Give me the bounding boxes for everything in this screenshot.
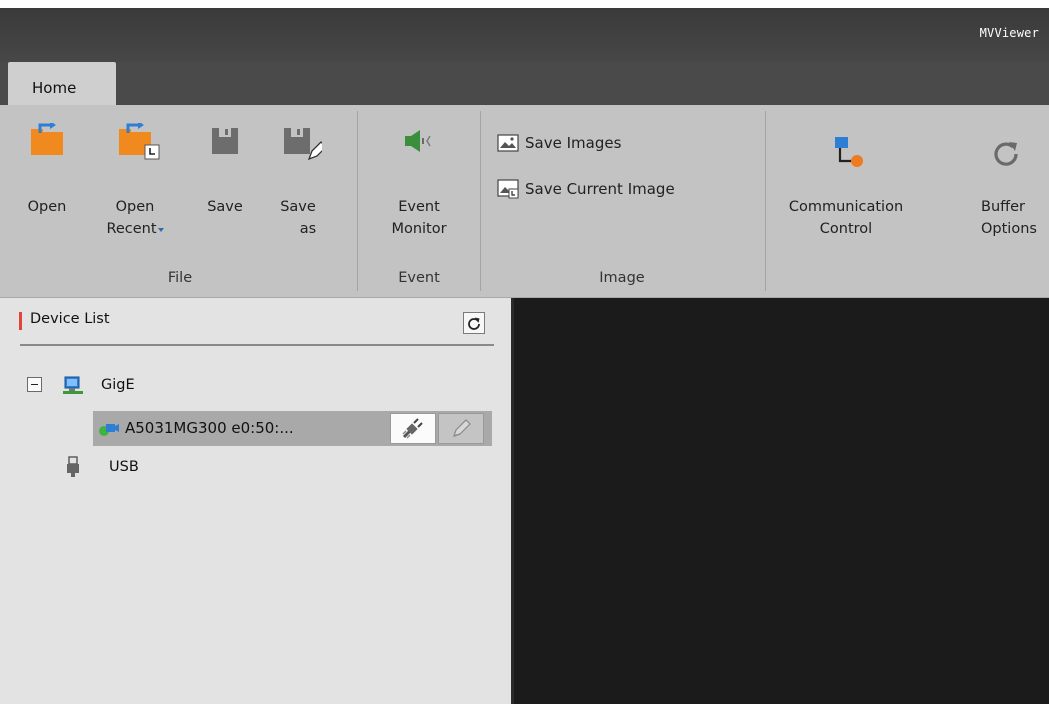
tab-home-label: Home	[32, 79, 77, 97]
ribbon-tab-strip: Home	[0, 62, 1049, 105]
open-recent-button[interactable]: Open Recent	[105, 113, 177, 263]
app-title: MVViewer	[979, 26, 1039, 40]
device-list-panel: Device List GigE A5031MG300 e0:50:... US…	[0, 298, 511, 704]
event-monitor-button[interactable]: Event Monitor	[376, 113, 462, 263]
tab-home[interactable]: Home	[8, 62, 116, 105]
picture-icon	[497, 134, 519, 152]
communication-control-label-line2: Control	[819, 221, 873, 237]
ribbon-group-event: Event Monitor Event	[358, 113, 480, 289]
group-label-event: Event	[398, 270, 440, 286]
tree-item-usb-label[interactable]: USB	[109, 459, 139, 475]
network-computer-icon	[63, 376, 83, 394]
mvviewer-window: MVViewer Home Open Open Recent Save Save…	[0, 8, 1049, 704]
chevron-down-icon	[157, 228, 164, 232]
plug-connect-icon	[402, 417, 423, 438]
connect-device-button[interactable]	[390, 413, 436, 444]
event-monitor-label-line2: Monitor	[391, 221, 447, 237]
save-as-icon	[284, 128, 322, 161]
buffer-options-label-line1: Buffer	[981, 199, 1026, 215]
save-label: Save	[207, 199, 243, 215]
ribbon: Open Open Recent Save Save as File Event…	[0, 105, 1049, 298]
save-icon	[212, 128, 238, 154]
buffer-options-label-line2: Options	[981, 221, 1037, 237]
usb-plug-icon	[67, 456, 79, 477]
image-display-area[interactable]	[514, 298, 1049, 704]
open-recent-label-line1: Open	[115, 199, 155, 215]
device-list-title: Device List	[30, 311, 110, 327]
ribbon-group-connection: Communication Control Buffer Options	[766, 113, 1049, 289]
save-images-label: Save Images	[525, 134, 622, 152]
refresh-icon	[468, 317, 480, 330]
ribbon-group-file: Open Open Recent Save Save as File	[0, 113, 357, 289]
open-label: Open	[27, 199, 67, 215]
ribbon-group-image: Save Images Save Current Image Image	[481, 113, 765, 289]
panel-divider	[20, 344, 494, 346]
speaker-icon	[405, 130, 431, 152]
folder-open-icon	[31, 123, 63, 155]
device-label: A5031MG300 e0:50:...	[125, 419, 294, 437]
event-monitor-label-line1: Event	[398, 199, 440, 215]
save-button[interactable]: Save	[205, 113, 245, 263]
title-bar: MVViewer	[0, 8, 1049, 62]
edit-device-button[interactable]	[438, 413, 484, 444]
save-as-button[interactable]: Save as	[278, 113, 330, 263]
network-topology-icon	[835, 137, 863, 167]
group-label-image: Image	[599, 270, 645, 286]
communication-control-label-line1: Communication	[788, 199, 904, 215]
open-button[interactable]: Open	[22, 113, 72, 263]
folder-recent-icon	[119, 123, 160, 160]
save-images-button[interactable]: Save Images	[497, 130, 621, 156]
pencil-icon	[453, 418, 471, 437]
device-row-selected[interactable]: A5031MG300 e0:50:...	[93, 411, 492, 446]
refresh-arrow-icon	[994, 142, 1018, 166]
group-label-file: File	[167, 270, 193, 286]
buffer-options-button[interactable]: Buffer Options	[979, 113, 1049, 263]
save-as-label-line1: Save	[280, 199, 316, 215]
tree-item-gige-label[interactable]: GigE	[101, 377, 135, 393]
save-current-image-label: Save Current Image	[525, 180, 675, 198]
communication-control-button[interactable]: Communication Control	[782, 113, 910, 263]
save-current-image-button[interactable]: Save Current Image	[497, 176, 675, 202]
panel-accent-bar	[19, 312, 22, 330]
save-as-label-line2: as	[299, 221, 317, 237]
camera-icon	[99, 424, 119, 436]
tree-collapse-toggle[interactable]	[27, 377, 42, 392]
open-recent-label-line2: Recent	[105, 218, 165, 240]
picture-current-icon	[497, 179, 519, 199]
refresh-device-list-button[interactable]	[463, 312, 485, 334]
